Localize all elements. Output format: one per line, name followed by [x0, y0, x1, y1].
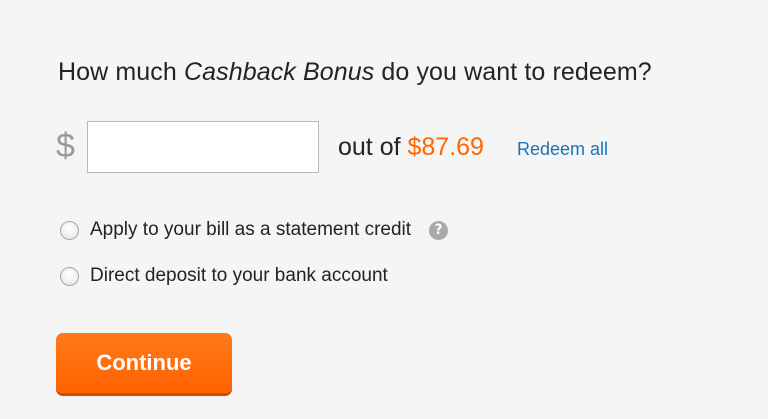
- question-prefix: How much: [58, 58, 184, 86]
- redeem-amount-input[interactable]: [87, 121, 319, 173]
- redeem-question-heading: How much Cashback Bonus do you want to r…: [58, 58, 652, 87]
- out-of-text: out of $87.69: [338, 133, 484, 162]
- question-mark-circle-icon[interactable]: ?: [429, 220, 449, 240]
- direct-deposit-label[interactable]: Direct deposit to your bank account: [90, 265, 388, 287]
- statement-credit-label[interactable]: Apply to your bill as a statement credit: [90, 219, 411, 241]
- available-balance: $87.69: [407, 133, 484, 161]
- option-direct-deposit[interactable]: Direct deposit to your bank account: [60, 264, 388, 288]
- question-emphasis: Cashback Bonus: [183, 58, 375, 86]
- statement-credit-radio[interactable]: [60, 220, 79, 240]
- currency-symbol: $: [56, 127, 75, 165]
- out-of-label: out of: [338, 133, 408, 161]
- option-statement-credit[interactable]: Apply to your bill as a statement credit…: [60, 218, 449, 242]
- redeem-all-link[interactable]: Redeem all: [517, 139, 608, 160]
- question-suffix: do you want to redeem?: [374, 58, 652, 86]
- redeem-cashback-form: How much Cashback Bonus do you want to r…: [0, 0, 768, 419]
- amount-row: $ out of $87.69 Redeem all: [56, 121, 696, 173]
- direct-deposit-radio[interactable]: [60, 266, 79, 286]
- continue-button[interactable]: Continue: [56, 333, 232, 393]
